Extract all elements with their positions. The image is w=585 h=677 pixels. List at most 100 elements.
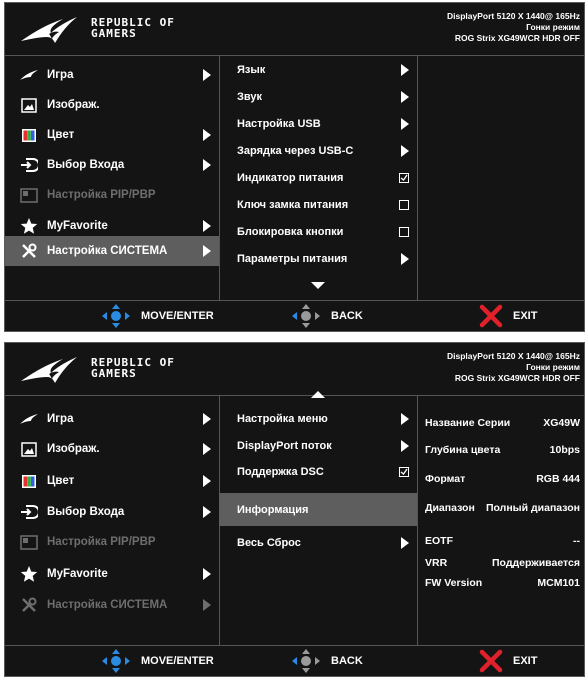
info-value: XG49W (543, 417, 580, 429)
input-select-icon (19, 502, 39, 522)
info-key: Глубина цвета (425, 444, 501, 456)
arrow-right-icon (401, 440, 409, 452)
tools-icon (19, 595, 39, 615)
arrow-right-icon (401, 413, 409, 425)
main-menu-item-system[interactable]: Настройка СИСТЕМА (5, 236, 219, 266)
main-menu-label: Настройка PIP/PBP (47, 189, 156, 201)
exit-button[interactable]: EXIT (479, 646, 537, 676)
info-key: Название Серии (425, 417, 511, 429)
main-menu-item-system[interactable]: Настройка СИСТЕМА (5, 590, 219, 620)
checkbox-checked-icon[interactable] (399, 467, 409, 477)
arrow-right-icon (203, 599, 211, 611)
color-palette-icon (19, 471, 39, 491)
info-value: 10bps (549, 444, 580, 456)
main-menu-item-game[interactable]: Игра (5, 404, 219, 434)
arrow-right-icon (203, 475, 211, 487)
sub-menu-label: Весь Сброс (237, 537, 301, 549)
back-button[interactable]: BACK (291, 646, 363, 676)
checkbox-checked-icon[interactable] (399, 173, 409, 183)
sub-menu-label: Язык (237, 64, 266, 76)
main-menu-item-game[interactable]: Игра (5, 60, 219, 90)
main-menu-item-color[interactable]: Цвет (5, 120, 219, 150)
main-menu-item-image[interactable]: Изображ. (5, 90, 219, 120)
arrow-right-icon (401, 118, 409, 130)
move-enter-button[interactable]: MOVE/ENTER (101, 646, 214, 676)
star-icon (19, 216, 39, 236)
sub-menu-item-usbc-charging[interactable]: Зарядка через USB-C (219, 138, 417, 164)
sub-menu-item-usb[interactable]: Настройка USB (219, 111, 417, 137)
arrow-right-icon (203, 506, 211, 518)
close-icon (479, 649, 503, 673)
main-menu-item-image[interactable]: Изображ. (5, 434, 219, 464)
sub-menu-label: Ключ замка питания (237, 199, 349, 211)
arrow-right-icon (401, 145, 409, 157)
signal-info: DisplayPort 5120 X 1440@ 165Hz (446, 11, 580, 21)
sub-menu-item-displayport-stream[interactable]: DisplayPort поток (219, 433, 417, 459)
exit-button[interactable]: EXIT (479, 301, 537, 331)
main-menu-label: MyFavorite (47, 568, 108, 580)
sub-menu-item-language[interactable]: Язык (219, 57, 417, 83)
sub-menu-label: DisplayPort поток (237, 440, 332, 452)
move-enter-label: MOVE/ENTER (141, 655, 214, 667)
exit-label: EXIT (513, 655, 538, 667)
main-menu-item-input[interactable]: Выбор Входа (5, 150, 219, 180)
close-icon (479, 304, 503, 328)
arrow-right-icon (401, 537, 409, 549)
sub-menu-item-power-settings[interactable]: Параметры питания (219, 246, 417, 272)
main-menu-item-color[interactable]: Цвет (5, 466, 219, 496)
main-menu-item-input[interactable]: Выбор Входа (5, 497, 219, 527)
color-palette-icon (19, 125, 39, 145)
tools-icon (19, 241, 39, 261)
main-menu-item-pip-pbp: Настройка PIP/PBP (5, 527, 219, 557)
sub-menu-item-key-lock[interactable]: Блокировка кнопки (219, 219, 417, 245)
sub-menu-item-power-indicator[interactable]: Индикатор питания (219, 165, 417, 191)
info-key: VRR (425, 557, 448, 569)
brand-text: REPUBLIC OF GAMERS (91, 357, 175, 379)
scroll-down-icon[interactable] (311, 282, 325, 289)
info-key: Формат (425, 473, 466, 485)
pip-icon (19, 185, 39, 205)
sub-menu-item-power-key-lock[interactable]: Ключ замка питания (219, 192, 417, 218)
info-row-fw-version: FW Version MCM101 (417, 577, 580, 589)
main-menu-label: Цвет (47, 475, 75, 487)
sub-menu: Настройка меню DisplayPort поток Поддерж… (219, 391, 418, 646)
osd-footer: MOVE/ENTER BACK EXIT (5, 645, 584, 676)
main-menu-label: Изображ. (47, 99, 100, 111)
sub-menu-label: Индикатор питания (237, 172, 344, 184)
status-info: DisplayPort 5120 X 1440@ 165Hz Гонки реж… (447, 11, 580, 44)
info-panel: Название Серии XG49W Глубина цвета 10bps Ф… (417, 396, 584, 646)
sub-menu-item-menu-settings[interactable]: Настройка меню (219, 406, 417, 432)
arrow-right-icon (401, 64, 409, 76)
joystick-left-icon (292, 304, 320, 328)
main-menu: Игра Изображ. Цвет Выбор Входа Настройка… (5, 396, 220, 646)
main-menu-item-myfavorite[interactable]: MyFavorite (5, 559, 219, 589)
rog-logo-icon (21, 17, 77, 43)
status-info: DisplayPort 5120 X 1440@ 165Hz Гонки реж… (447, 351, 580, 384)
info-row-eotf: EOTF -- (417, 535, 580, 547)
picture-icon (19, 95, 39, 115)
arrow-right-icon (203, 443, 211, 455)
checkbox-icon[interactable] (399, 227, 409, 237)
sub-menu-item-sound[interactable]: Звук (219, 84, 417, 110)
info-value: MCM101 (537, 577, 580, 589)
sub-menu-label: Параметры питания (237, 253, 348, 265)
checkbox-icon[interactable] (399, 200, 409, 210)
info-value: Полный диапазон (485, 502, 580, 514)
main-menu-label: Изображ. (47, 443, 100, 455)
info-row-format: Формат RGB 444 (417, 473, 580, 485)
move-enter-button[interactable]: MOVE/ENTER (101, 301, 214, 331)
move-enter-label: MOVE/ENTER (141, 310, 214, 322)
back-button[interactable]: BACK (291, 301, 363, 331)
signal-info: DisplayPort 5120 X 1440@ 165Hz (446, 351, 580, 361)
sub-menu-item-reset-all[interactable]: Весь Сброс (219, 530, 417, 556)
info-key: EOTF (425, 535, 453, 547)
sub-menu: Язык Звук Настройка USB Зарядка через US… (219, 56, 418, 301)
sub-menu-label: Блокировка кнопки (237, 226, 344, 238)
model-info: ROG Strix XG49WCR HDR OFF (454, 33, 580, 43)
main-menu-label: Цвет (47, 129, 75, 141)
scroll-up-icon[interactable] (311, 391, 325, 398)
arrow-right-icon (203, 413, 211, 425)
info-value: -- (573, 535, 580, 547)
sub-menu-item-information[interactable]: Информация (219, 493, 417, 526)
sub-menu-item-dsc-support[interactable]: Поддержка DSC (219, 459, 417, 485)
